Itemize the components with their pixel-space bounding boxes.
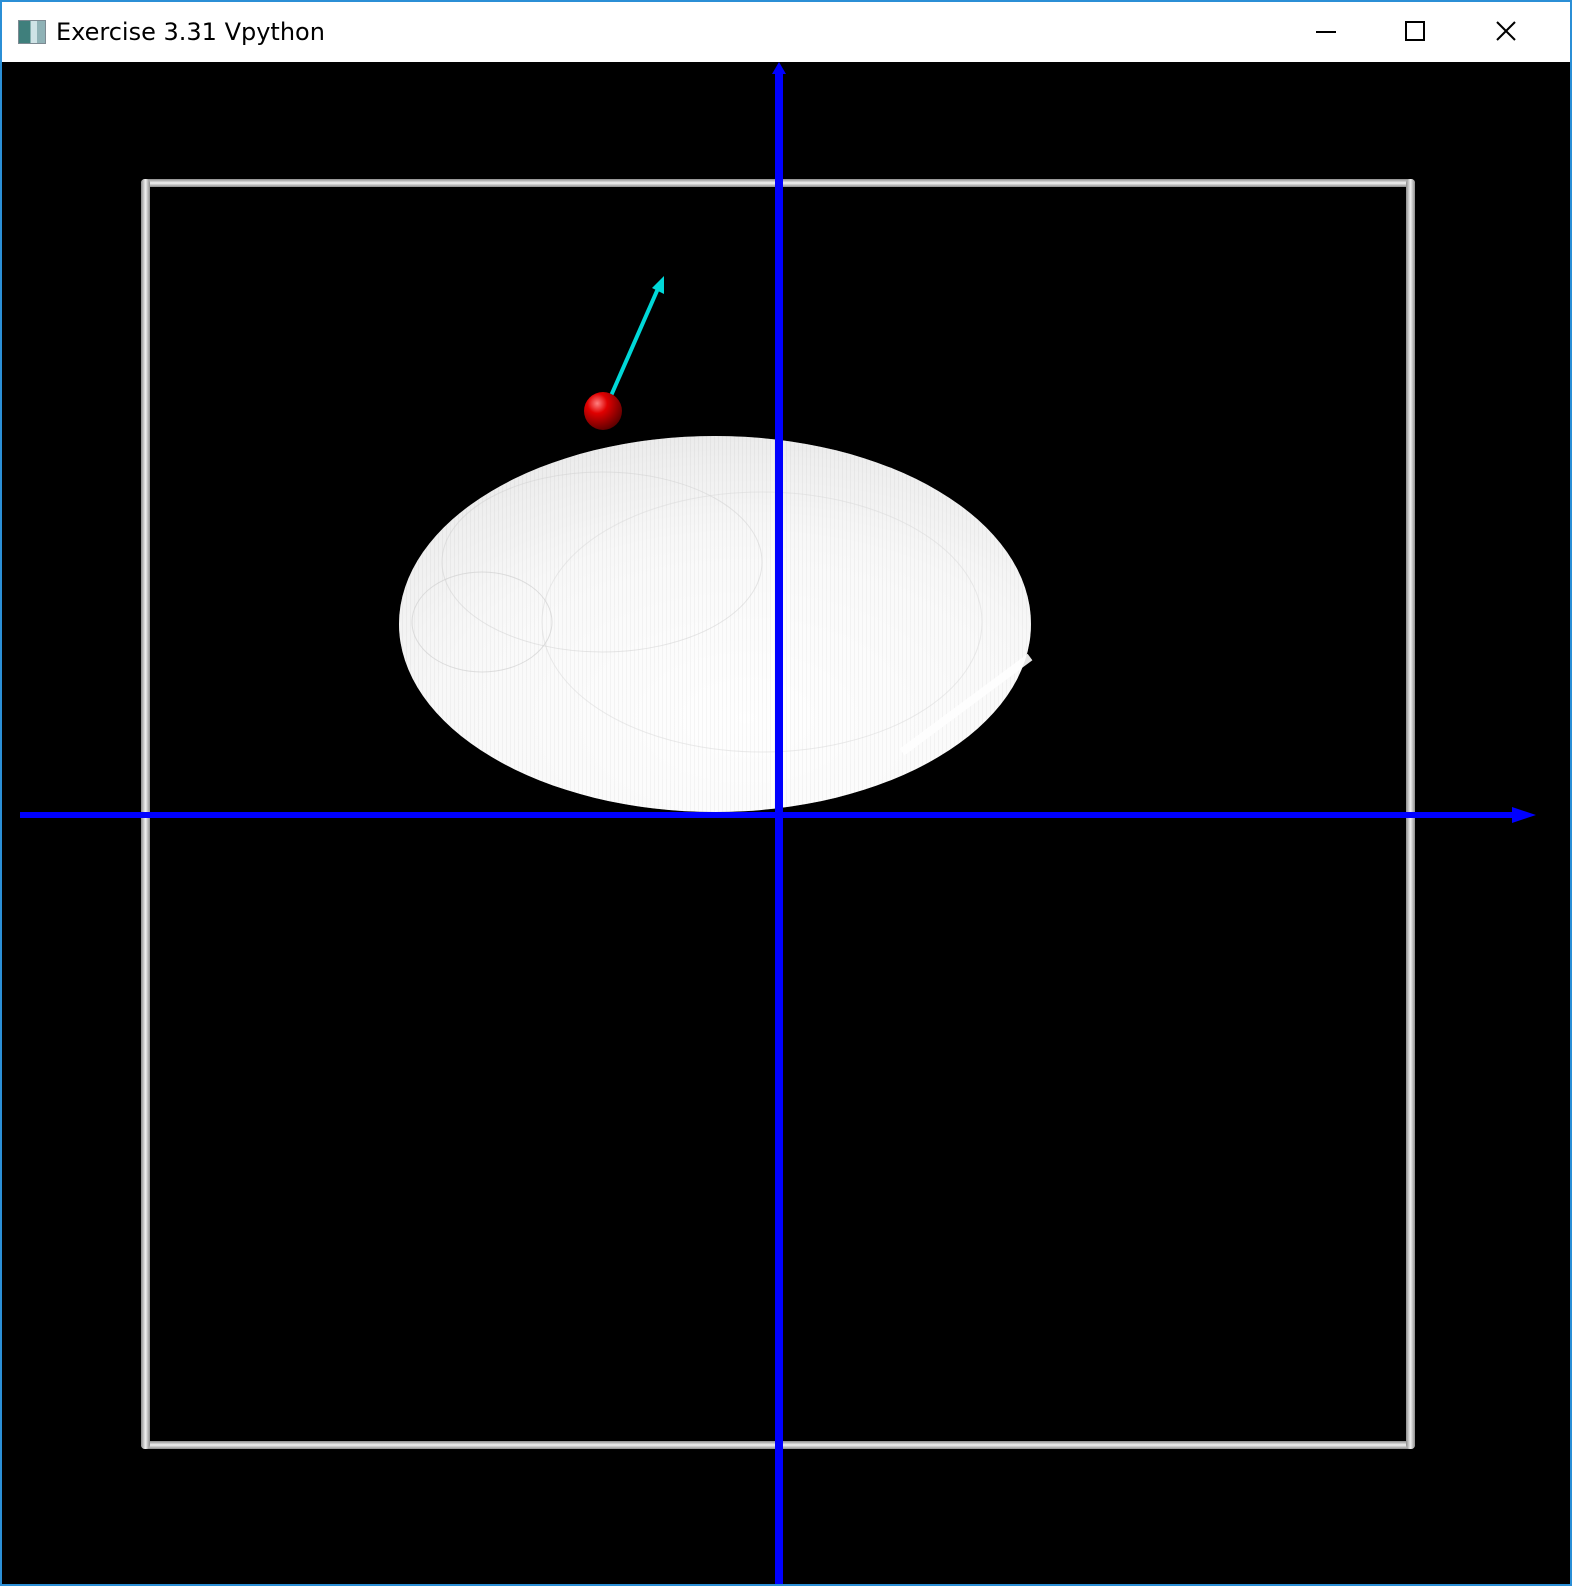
maximize-icon <box>1405 21 1425 41</box>
app-icon <box>18 20 46 44</box>
y-axis-arrow <box>772 62 786 1584</box>
window-title: Exercise 3.31 Vpython <box>56 18 325 46</box>
maximize-button[interactable] <box>1370 2 1460 62</box>
title-bar[interactable]: Exercise 3.31 Vpython <box>2 2 1570 62</box>
close-icon <box>1496 21 1516 41</box>
vpython-canvas[interactable] <box>2 62 1570 1584</box>
vpython-window: Exercise 3.31 Vpython <box>0 0 1572 1586</box>
ellipsoid-trail <box>399 436 1033 812</box>
red-sphere <box>584 392 622 430</box>
close-button[interactable] <box>1460 2 1550 62</box>
minimize-icon <box>1316 31 1336 33</box>
velocity-arrow <box>608 276 664 399</box>
scene-3d <box>20 62 1536 1584</box>
minimize-button[interactable] <box>1280 2 1370 62</box>
